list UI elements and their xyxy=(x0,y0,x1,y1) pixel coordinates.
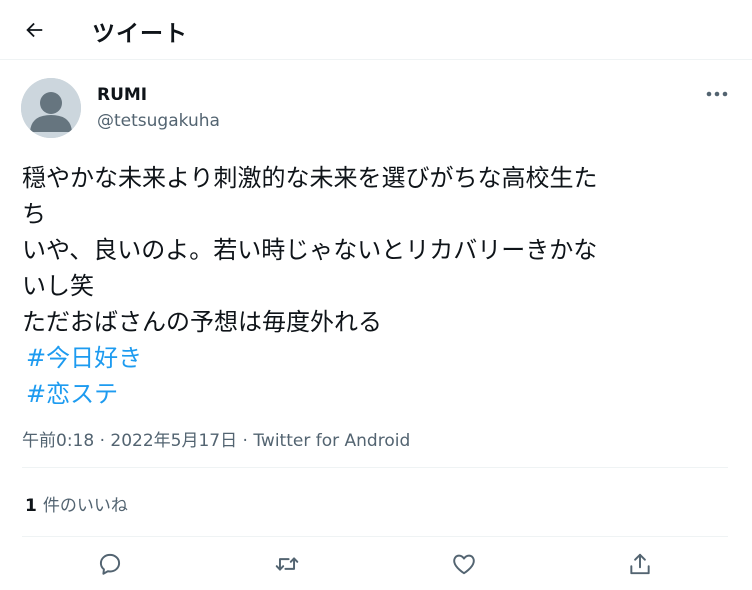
tweet-text: 穏やかな未来より刺激的な未来を選びがちな高校生た ち いや、良いのよ。若い時じゃ… xyxy=(22,160,722,412)
tweet-date[interactable]: 2022年5月17日 xyxy=(110,431,237,451)
meta-separator: · xyxy=(99,431,105,451)
top-bar: ツイート xyxy=(0,0,752,60)
tweet-line: ち xyxy=(22,200,46,228)
likes-label: 件のいいね xyxy=(42,496,128,516)
meta-separator: · xyxy=(242,431,248,451)
tweet-line: 穏やかな未来より刺激的な未来を選びがちな高校生た xyxy=(22,164,598,192)
tweet-metadata: 午前0:18 · 2022年5月17日 · Twitter for Androi… xyxy=(22,426,410,451)
tweet-source[interactable]: Twitter for Android xyxy=(253,431,410,451)
divider xyxy=(22,536,728,537)
arrow-left-icon xyxy=(26,22,43,38)
author-handle[interactable]: @tetsugakuha xyxy=(97,111,220,131)
reply-icon xyxy=(99,553,121,575)
tweet-line: いや、良いのよ。若い時じゃないとリカバリーきかな xyxy=(22,236,598,264)
hashtag-link[interactable]: #恋ステ xyxy=(22,376,722,412)
avatar[interactable] xyxy=(21,78,81,138)
like-button[interactable] xyxy=(450,550,478,578)
more-options-button[interactable] xyxy=(704,86,730,102)
reply-button[interactable] xyxy=(96,550,124,578)
page-title: ツイート xyxy=(92,21,188,47)
more-dots-icon xyxy=(706,91,728,97)
divider xyxy=(22,467,728,468)
author-display-name[interactable]: RUMI xyxy=(97,85,147,105)
heart-icon xyxy=(453,554,475,575)
retweet-icon xyxy=(275,557,299,571)
default-avatar-icon xyxy=(21,78,81,138)
tweet-line: ただおばさんの予想は毎度外れる xyxy=(22,308,382,336)
share-icon xyxy=(630,553,650,575)
back-button[interactable] xyxy=(20,16,48,44)
hashtag-link[interactable]: #今日好き xyxy=(22,340,722,376)
likes-count: 1 xyxy=(25,496,37,516)
retweet-button[interactable] xyxy=(273,550,301,578)
tweet-time[interactable]: 午前0:18 xyxy=(22,431,94,451)
tweet-line: いし笑 xyxy=(22,272,94,300)
likes-count-link[interactable]: 1 件のいいね xyxy=(25,491,128,516)
share-button[interactable] xyxy=(626,550,654,578)
